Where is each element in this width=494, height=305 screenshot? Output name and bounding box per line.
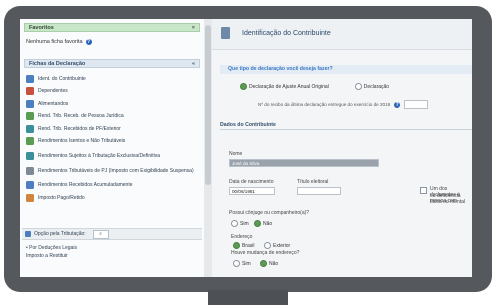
declarant-text-2: ou deficiência física ou mental xyxy=(430,193,466,205)
radio-other[interactable]: Declaração xyxy=(354,83,389,90)
sidebar-item-exclusiva[interactable]: Rendimentos Sujeitos à Tributação Exclus… xyxy=(26,149,202,163)
radio-dot xyxy=(264,242,271,249)
scrollbar-thumb[interactable] xyxy=(205,25,211,185)
nome-label: Nome xyxy=(229,151,243,157)
address-brasil[interactable]: Brasil xyxy=(233,242,255,249)
favorites-title: Favoritos xyxy=(29,25,54,31)
sidebar-item-label: Rend. Trib. Recebidos de PF/Exterior xyxy=(38,125,121,132)
sidebar-item-label: Rendimentos Sujeitos à Tributação Exclus… xyxy=(38,152,161,159)
option-icon xyxy=(25,231,31,237)
help-icon[interactable]: ? xyxy=(394,101,401,108)
no-favorites: Nenhuma ficha favorita ? xyxy=(26,39,92,45)
titulo-label: Título eleitoral xyxy=(297,179,329,185)
radio-dot xyxy=(231,220,238,227)
address-exterior[interactable]: Exterior xyxy=(264,242,290,249)
address-label: Endereço xyxy=(231,234,253,240)
option-bar: Opção pela Tributação: ⌕ xyxy=(22,228,202,240)
rendimentos-isentos-icon xyxy=(26,137,34,146)
radio-original[interactable]: Declaração de Ajuste Anual Original xyxy=(240,83,329,90)
sidebar-item-rend-pf[interactable]: Rend. Trib. Recebidos de PF/Exterior xyxy=(26,123,202,134)
sidebar-item-alimentandos[interactable]: Alimentandos xyxy=(26,98,202,109)
monitor-stand xyxy=(208,290,288,305)
sidebar-item-isentos[interactable]: Rendimentos Isentos e Não Tributáveis xyxy=(26,136,202,147)
pending-list: • Por Deduções Legais Imposto a Restitui… xyxy=(26,244,77,260)
sidebar-item-label: Ident. do Contribuinte xyxy=(38,75,86,82)
birth-label: Data de nascimento xyxy=(229,179,274,185)
birth-field[interactable]: 00/06/1981 xyxy=(229,187,275,195)
address-change-question: Houve mudança de endereço? xyxy=(231,250,300,256)
sidebar-scrollbar[interactable] xyxy=(204,19,212,277)
fichas-header[interactable]: Fichas da Declaração « xyxy=(24,59,200,68)
exigibilidade-icon xyxy=(26,167,34,176)
favorites-header[interactable]: Favoritos × xyxy=(24,23,200,32)
sidebar-item-label: Rendimentos Tributáveis de PJ (Imposto c… xyxy=(38,168,194,175)
receipt-label: Nº do recibo da última declaração entreg… xyxy=(258,102,391,107)
tributacao-exclusiva-icon xyxy=(26,151,34,160)
spouse-sim[interactable]: Sim xyxy=(231,220,249,227)
pending-item[interactable]: Imposto a Restituir xyxy=(26,252,77,260)
radio-dot xyxy=(233,242,240,249)
receipt-row: Nº do recibo da última declaração entreg… xyxy=(258,100,429,109)
nome-field[interactable]: José da Silva xyxy=(229,159,379,167)
sidebar-item-label: Rend. Trib. Receb. de Pessoa Jurídica xyxy=(38,113,124,120)
declaration-question: Que tipo de declaração você deseja fazer… xyxy=(220,65,472,74)
sidebar-item-dependentes[interactable]: Dependentes xyxy=(26,86,202,97)
acumulados-icon xyxy=(26,181,34,190)
sidebar-item-imposto[interactable]: Imposto Pago/Retido xyxy=(26,192,202,203)
sidebar-item-label: Imposto Pago/Retido xyxy=(38,194,85,201)
document-icon xyxy=(221,27,230,39)
sidebar-item-label: Alimentandos xyxy=(38,100,69,107)
receipt-input[interactable] xyxy=(404,100,429,109)
titulo-field[interactable] xyxy=(297,187,341,195)
collapse-icon[interactable]: « xyxy=(192,60,195,69)
pending-item[interactable]: • Por Deduções Legais xyxy=(26,244,77,252)
app-window: Favoritos × Nenhuma ficha favorita ? Fic… xyxy=(20,19,472,277)
declarant-checkbox[interactable] xyxy=(420,187,427,194)
contribuinte-icon xyxy=(26,74,34,83)
magnifier-icon[interactable]: ⌕ xyxy=(92,229,109,239)
sidebar: Favoritos × Nenhuma ficha favorita ? Fic… xyxy=(20,19,205,277)
radio-dot xyxy=(233,260,240,267)
sidebar-item-contribuinte[interactable]: Ident. do Contribuinte xyxy=(26,73,202,84)
declaration-type-options: Declaração de Ajuste Anual Original Decl… xyxy=(240,83,389,90)
page-title: Identificação do Contribuinte xyxy=(242,30,331,37)
radio-dot xyxy=(260,260,267,267)
no-favorites-label: Nenhuma ficha favorita xyxy=(26,39,83,45)
sidebar-item-label: Rendimentos Recebidos Acumuladamente xyxy=(38,182,133,189)
fichas-list: Ident. do Contribuinte Dependentes Alime… xyxy=(26,73,202,205)
dependentes-icon xyxy=(26,87,34,96)
sidebar-item-label: Dependentes xyxy=(38,88,68,95)
radio-dot xyxy=(354,83,362,90)
section-title: Dados do Contribuinte xyxy=(220,121,472,130)
radio-dot xyxy=(240,83,247,90)
rendimentos-pf-icon xyxy=(26,124,34,133)
sidebar-item-acumulados[interactable]: Rendimentos Recebidos Acumuladamente xyxy=(26,180,202,191)
main-panel: Identificação do Contribuinte Que tipo d… xyxy=(212,19,472,277)
spouse-nao[interactable]: Não xyxy=(254,220,272,227)
sidebar-item-rend-pj[interactable]: Rend. Trib. Receb. de Pessoa Jurídica xyxy=(26,111,202,122)
alimentandos-icon xyxy=(26,99,34,108)
radio-dot xyxy=(254,220,261,227)
rendimentos-pj-icon xyxy=(26,112,34,121)
sidebar-item-exigibilidade[interactable]: Rendimentos Tributáveis de PJ (Imposto c… xyxy=(26,164,202,178)
help-icon[interactable]: ? xyxy=(85,39,92,45)
spouse-question: Possui cônjuge ou companheiro(a)? xyxy=(229,210,310,216)
close-icon[interactable]: × xyxy=(192,24,195,33)
sidebar-item-label: Rendimentos Isentos e Não Tributáveis xyxy=(38,138,126,145)
fichas-title: Fichas da Declaração xyxy=(29,61,86,67)
change-sim[interactable]: Sim xyxy=(233,260,251,267)
option-label: Opção pela Tributação: xyxy=(34,231,86,237)
main-header: Identificação do Contribuinte xyxy=(212,19,472,50)
change-nao[interactable]: Não xyxy=(260,260,278,267)
imposto-icon xyxy=(26,193,34,202)
